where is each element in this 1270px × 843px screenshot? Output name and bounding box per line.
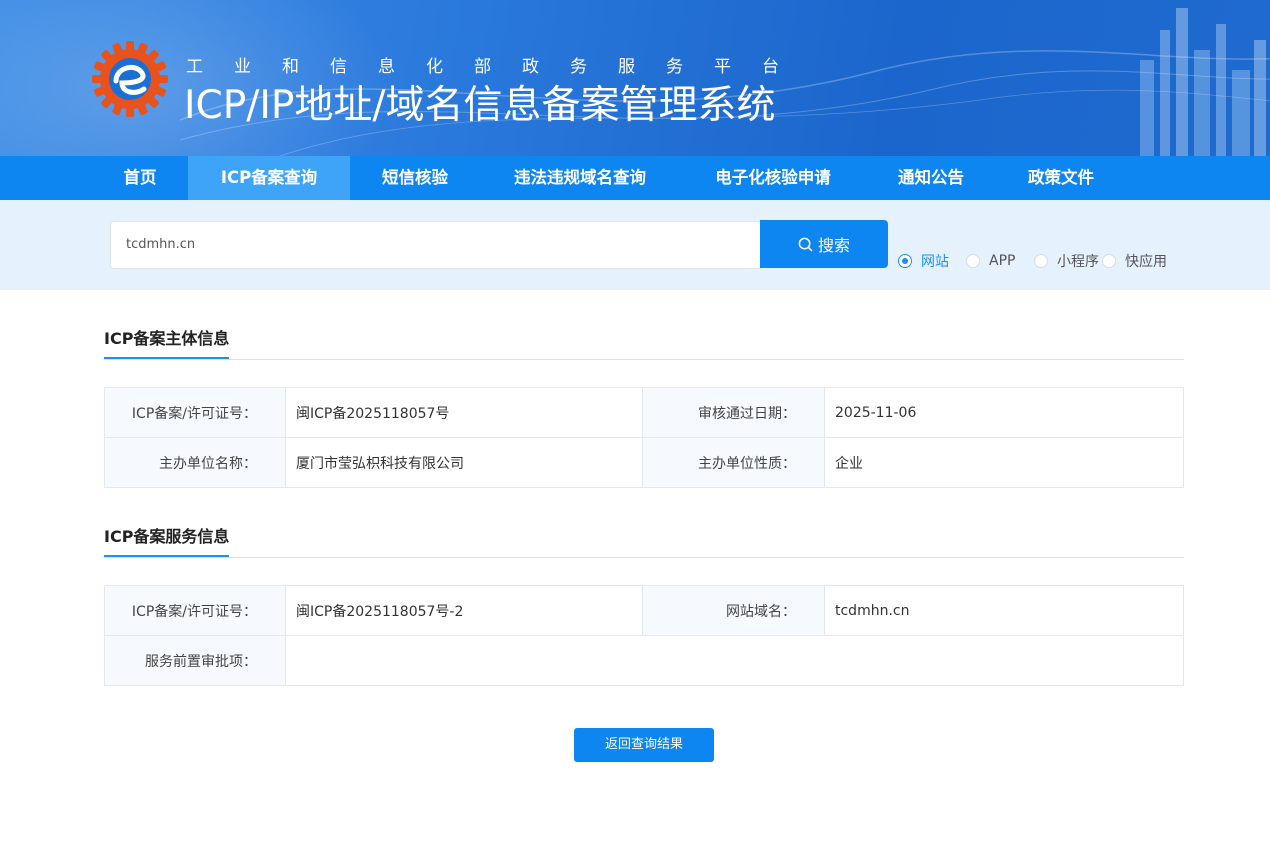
nav-item-notices[interactable]: 通知公告: [866, 156, 996, 200]
radio-label-mini-program: 小程序: [1057, 254, 1099, 270]
radio-label-quick-app: 快应用: [1125, 254, 1167, 270]
back-to-results-button[interactable]: 返回查询结果: [574, 728, 714, 762]
approval-date-value: 2025-11-06: [824, 387, 1184, 438]
table-row: ICP备案/许可证号： 闽ICP备2025118057号-2 网站域名： tcd…: [104, 585, 1184, 636]
organizer-type-value: 企业: [824, 437, 1184, 488]
nav-item-electronic-verify[interactable]: 电子化核验申请: [680, 156, 866, 200]
search-button-label: 搜索: [817, 236, 850, 255]
radio-app[interactable]: APP: [966, 252, 1015, 270]
search-input[interactable]: tcdmhn.cn: [110, 221, 762, 269]
organizer-type-label: 主办单位性质：: [642, 437, 825, 488]
search-area: tcdmhn.cn 搜索 网站 APP 小程序 快应用: [0, 200, 1270, 290]
nav-item-icp-query[interactable]: ICP备案查询: [188, 156, 350, 200]
table-row: ICP备案/许可证号： 闽ICP备2025118057号 审核通过日期： 202…: [104, 387, 1184, 438]
website-domain-value: tcdmhn.cn: [824, 585, 1184, 636]
service-license-label: ICP备案/许可证号：: [104, 585, 286, 636]
main-nav: 首页 ICP备案查询 短信核验 违法违规域名查询 电子化核验申请 通知公告 政策…: [0, 156, 1270, 200]
city-skyline-decoration: [1140, 8, 1266, 156]
nav-item-policy-docs[interactable]: 政策文件: [996, 156, 1126, 200]
nav-item-home[interactable]: 首页: [92, 156, 188, 200]
search-icon: [798, 237, 813, 251]
header-banner: 工业和信息化部政务服务平台 ICP/IP地址/域名信息备案管理系统: [0, 0, 1270, 156]
miit-logo: [92, 41, 168, 117]
radio-label-app: APP: [989, 253, 1016, 269]
license-number-label: ICP备案/许可证号：: [104, 387, 286, 438]
radio-mini-program[interactable]: 小程序: [1034, 252, 1099, 270]
radio-checked-icon: [898, 254, 912, 268]
table-row: 主办单位名称： 厦门市莹弘枳科技有限公司 主办单位性质： 企业: [104, 437, 1184, 488]
pre-approval-value: [285, 635, 1184, 686]
radio-unchecked-icon: [1034, 254, 1048, 268]
radio-website[interactable]: 网站: [898, 252, 949, 270]
nav-item-sms-verify[interactable]: 短信核验: [350, 156, 480, 200]
pre-approval-label: 服务前置审批项：: [104, 635, 286, 686]
service-info-heading: ICP备案服务信息: [104, 523, 230, 557]
radio-unchecked-icon: [966, 254, 980, 268]
subject-info-table: ICP备案/许可证号： 闽ICP备2025118057号 审核通过日期： 202…: [104, 387, 1184, 488]
radio-quick-app[interactable]: 快应用: [1102, 252, 1167, 270]
organizer-name-value: 厦门市莹弘枳科技有限公司: [285, 437, 643, 488]
service-license-value: 闽ICP备2025118057号-2: [285, 585, 643, 636]
section-divider: [104, 557, 1184, 558]
nav-item-illegal-domain-query[interactable]: 违法违规域名查询: [480, 156, 680, 200]
radio-label-website: 网站: [921, 254, 949, 270]
website-domain-label: 网站域名：: [642, 585, 825, 636]
section-divider: [104, 359, 1184, 360]
license-number-value: 闽ICP备2025118057号: [285, 387, 643, 438]
table-row: 服务前置审批项：: [104, 635, 1184, 686]
search-button[interactable]: 搜索: [760, 220, 888, 268]
system-title: ICP/IP地址/域名信息备案管理系统: [184, 83, 776, 128]
organizer-name-label: 主办单位名称：: [104, 437, 286, 488]
subject-info-heading: ICP备案主体信息: [104, 325, 230, 359]
radio-unchecked-icon: [1102, 254, 1116, 268]
approval-date-label: 审核通过日期：: [642, 387, 825, 438]
service-info-table: ICP备案/许可证号： 闽ICP备2025118057号-2 网站域名： tcd…: [104, 585, 1184, 686]
